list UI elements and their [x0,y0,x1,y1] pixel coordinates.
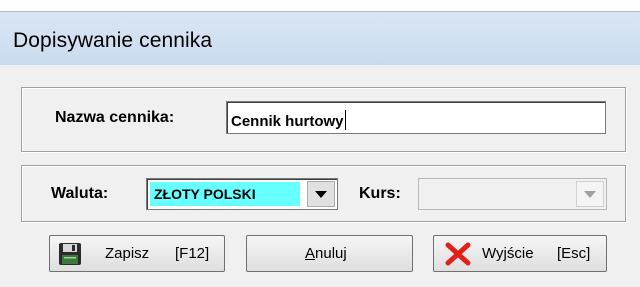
save-shortcut: [F12] [175,245,210,262]
save-button[interactable]: Zapisz [F12] [49,235,225,272]
floppy-disk-icon [59,243,81,265]
title-bar[interactable]: Dopisywanie cennika [0,11,640,65]
chevron-down-icon [315,190,327,198]
price-list-name-value: Cennik hurtowy [231,113,344,130]
top-strip [0,0,640,11]
waluta-dropdown-button[interactable] [307,181,335,207]
cancel-label: Anuluj [305,245,347,262]
text-caret [344,110,346,130]
chevron-down-icon [584,190,596,198]
waluta-select[interactable]: ZŁOTY POLSKI [146,178,338,210]
kurs-select[interactable] [418,178,607,210]
dialog-title: Dopisywanie cennika [13,29,213,52]
red-x-icon [445,242,471,266]
kurs-label: Kurs: [359,185,401,202]
cancel-label-mnemonic: A [305,245,316,262]
exit-label: Wyjście [482,245,534,262]
cancel-button[interactable]: Anuluj [246,235,413,272]
dialog-window: Dopisywanie cennika Nazwa cennika: Cenni… [0,0,640,287]
exit-button[interactable]: Wyjście [Esc] [433,235,607,272]
name-label: Nazwa cennika: [55,109,175,126]
waluta-selected-value: ZŁOTY POLSKI [150,182,300,206]
waluta-label: Waluta: [51,185,109,202]
kurs-dropdown-button[interactable] [576,181,604,207]
exit-shortcut: [Esc] [557,245,591,262]
cancel-label-rest: nuluj [315,245,347,262]
price-list-name-input[interactable]: Cennik hurtowy [226,101,606,134]
save-label: Zapisz [105,245,150,262]
